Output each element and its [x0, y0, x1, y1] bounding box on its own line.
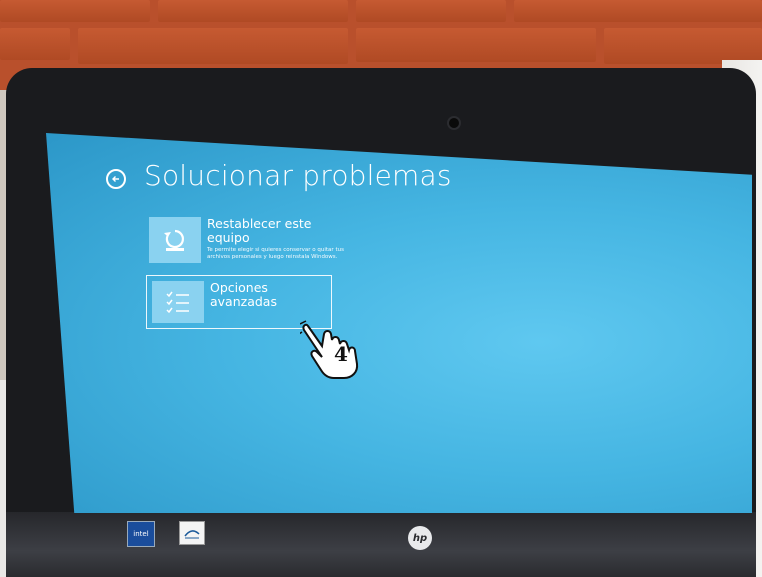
monitor-chin	[6, 512, 756, 577]
intel-logo: intel	[127, 521, 155, 547]
hp-logo: hp	[408, 526, 432, 550]
refresh-pc-icon	[149, 217, 201, 263]
page-title: Solucionar problemas	[144, 159, 452, 192]
arrow-left-icon	[112, 176, 119, 182]
step-number: 4	[334, 342, 348, 366]
option-advanced-title: Opciones avanzadas	[210, 280, 277, 309]
back-arrow-icon[interactable]	[106, 169, 126, 189]
option-reset-pc[interactable]: Restablecer este equipo Te permite elegi…	[149, 217, 347, 263]
webcam	[449, 118, 459, 128]
checklist-icon	[152, 281, 204, 323]
energy-star-logo	[179, 521, 205, 545]
option-reset-title: Restablecer este equipo	[207, 216, 312, 245]
option-reset-description: Te permite elegir si quieres conservar o…	[207, 247, 344, 260]
windows-recovery-screen: Solucionar problemas Restablecer este eq…	[46, 133, 752, 513]
